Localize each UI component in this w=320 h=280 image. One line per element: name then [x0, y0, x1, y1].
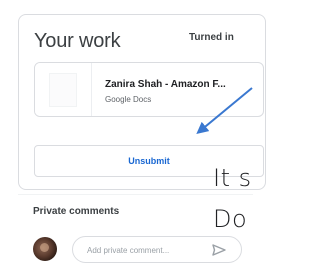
- turned-in-status: Turned in: [189, 32, 234, 43]
- avatar: [33, 237, 57, 261]
- send-icon[interactable]: [211, 243, 227, 257]
- your-work-title: Your work: [34, 30, 121, 52]
- overlay-text-line-1: It s: [213, 164, 252, 192]
- attachment-thumbnail: [35, 63, 92, 116]
- avatar-photo: [40, 243, 49, 252]
- private-comment-box[interactable]: [72, 236, 242, 263]
- attachment-type: Google Docs: [105, 95, 152, 104]
- private-comment-input[interactable]: [87, 243, 207, 257]
- document-preview: [49, 73, 77, 107]
- section-divider: [18, 194, 253, 195]
- attachment-title: Zanira Shah - Amazon F...: [105, 79, 226, 90]
- overlay-text-line-2: Do: [213, 205, 248, 233]
- private-comments-label: Private comments: [33, 206, 120, 217]
- attachment-card[interactable]: Zanira Shah - Amazon F... Google Docs: [34, 62, 264, 117]
